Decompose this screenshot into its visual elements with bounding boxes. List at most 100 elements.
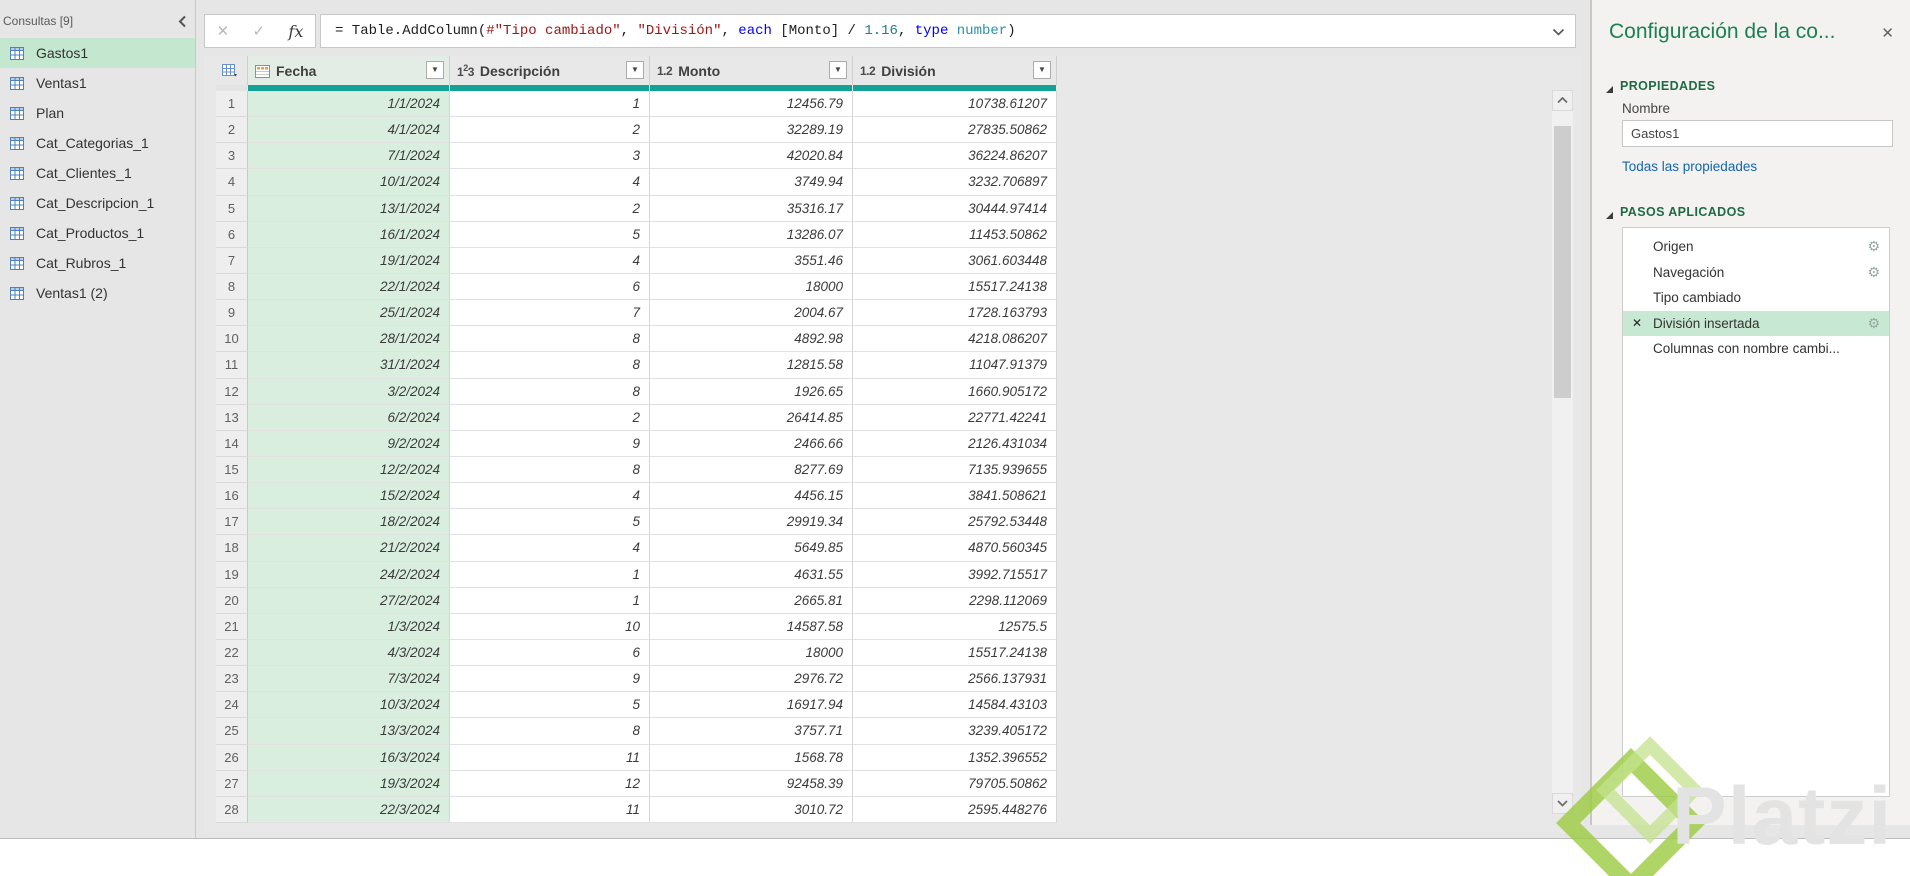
data-cell[interactable]: 10/3/2024 <box>248 692 450 719</box>
data-cell[interactable]: 42020.84 <box>650 143 853 170</box>
data-cell[interactable]: 2 <box>450 195 650 222</box>
data-cell[interactable]: 13/3/2024 <box>248 718 450 745</box>
data-cell[interactable]: 8 <box>450 326 650 353</box>
sidebar-item-cat-descripcion-1[interactable]: Cat_Descripcion_1 <box>0 188 195 218</box>
data-cell[interactable]: 3239.405172 <box>853 718 1057 745</box>
row-number-cell[interactable]: 21 <box>216 613 248 640</box>
data-cell[interactable]: 79705.50862 <box>853 770 1057 797</box>
data-cell[interactable]: 16/1/2024 <box>248 221 450 248</box>
data-cell[interactable]: 3010.72 <box>650 796 853 823</box>
sidebar-item-plan[interactable]: Plan <box>0 98 195 128</box>
row-number-cell[interactable]: 17 <box>216 509 248 536</box>
data-cell[interactable]: 2298.112069 <box>853 587 1057 614</box>
data-cell[interactable]: 18/2/2024 <box>248 509 450 536</box>
applied-steps-section-header[interactable]: PASOS APLICADOS <box>1606 205 1745 219</box>
data-cell[interactable]: 12815.58 <box>650 352 853 379</box>
data-cell[interactable]: 27835.50862 <box>853 117 1057 144</box>
data-cell[interactable]: 2004.67 <box>650 300 853 327</box>
applied-step-tipo-cambiado[interactable]: Tipo cambiado <box>1623 285 1889 311</box>
row-number-cell[interactable]: 20 <box>216 587 248 614</box>
data-cell[interactable]: 4870.560345 <box>853 535 1057 562</box>
data-cell[interactable]: 12575.5 <box>853 613 1057 640</box>
data-cell[interactable]: 12/2/2024 <box>248 456 450 484</box>
data-cell[interactable]: 7135.939655 <box>853 456 1057 484</box>
data-cell[interactable]: 2466.66 <box>650 430 853 457</box>
properties-section-header[interactable]: PROPIEDADES <box>1606 79 1715 93</box>
data-cell[interactable]: 3757.71 <box>650 718 853 745</box>
data-cell[interactable]: 6/2/2024 <box>248 404 450 431</box>
data-cell[interactable]: 15517.24138 <box>853 273 1057 301</box>
data-cell[interactable]: 3551.46 <box>650 247 853 274</box>
data-cell[interactable]: 7/1/2024 <box>248 143 450 170</box>
data-cell[interactable]: 10738.61207 <box>853 91 1057 118</box>
data-cell[interactable]: 4/1/2024 <box>248 117 450 144</box>
row-number-cell[interactable]: 2 <box>216 117 248 144</box>
data-cell[interactable]: 4 <box>450 169 650 196</box>
data-cell[interactable]: 4 <box>450 535 650 562</box>
data-cell[interactable]: 6 <box>450 639 650 667</box>
row-number-cell[interactable]: 14 <box>216 430 248 457</box>
data-cell[interactable]: 5 <box>450 692 650 719</box>
data-cell[interactable]: 2 <box>450 404 650 431</box>
applied-step-navegaci-n[interactable]: Navegación ⚙ <box>1623 260 1889 286</box>
data-cell[interactable]: 2595.448276 <box>853 796 1057 823</box>
row-number-cell[interactable]: 22 <box>216 639 248 667</box>
data-cell[interactable]: 1/3/2024 <box>248 613 450 640</box>
data-cell[interactable]: 4631.55 <box>650 561 853 588</box>
filter-dropdown-button[interactable]: ▼ <box>626 61 644 79</box>
data-cell[interactable]: 1352.396552 <box>853 744 1057 771</box>
delete-step-icon[interactable]: ✕ <box>1632 316 1642 330</box>
data-cell[interactable]: 11 <box>450 744 650 771</box>
row-number-cell[interactable]: 10 <box>216 326 248 353</box>
data-cell[interactable]: 21/2/2024 <box>248 535 450 562</box>
row-number-cell[interactable]: 28 <box>216 796 248 823</box>
data-cell[interactable]: 16917.94 <box>650 692 853 719</box>
data-cell[interactable]: 6 <box>450 273 650 301</box>
row-number-cell[interactable]: 25 <box>216 718 248 745</box>
data-cell[interactable]: 32289.19 <box>650 117 853 144</box>
applied-step-divisi-n-insertada[interactable]: ✕ División insertada ⚙ <box>1623 310 1889 336</box>
data-cell[interactable]: 4892.98 <box>650 326 853 353</box>
data-cell[interactable]: 25/1/2024 <box>248 300 450 327</box>
column-header-descripci-n[interactable]: 123 Descripción ▼ <box>450 56 650 85</box>
data-cell[interactable]: 11 <box>450 796 650 823</box>
row-number-cell[interactable]: 3 <box>216 143 248 170</box>
row-number-cell[interactable]: 26 <box>216 744 248 771</box>
data-cell[interactable]: 28/1/2024 <box>248 326 450 353</box>
data-cell[interactable]: 5649.85 <box>650 535 853 562</box>
data-cell[interactable]: 11453.50862 <box>853 221 1057 248</box>
data-cell[interactable]: 5 <box>450 221 650 248</box>
data-cell[interactable]: 15/2/2024 <box>248 483 450 510</box>
row-number-cell[interactable]: 23 <box>216 666 248 693</box>
row-number-cell[interactable]: 16 <box>216 483 248 510</box>
row-number-cell[interactable]: 19 <box>216 561 248 588</box>
data-cell[interactable]: 4218.086207 <box>853 326 1057 353</box>
data-cell[interactable]: 14584.43103 <box>853 692 1057 719</box>
data-cell[interactable]: 26414.85 <box>650 404 853 431</box>
data-cell[interactable]: 1728.163793 <box>853 300 1057 327</box>
data-cell[interactable]: 7 <box>450 300 650 327</box>
data-cell[interactable]: 4 <box>450 483 650 510</box>
data-cell[interactable]: 31/1/2024 <box>248 352 450 379</box>
applied-step-origen[interactable]: Origen ⚙ <box>1623 234 1889 260</box>
data-cell[interactable]: 1926.65 <box>650 378 853 405</box>
data-cell[interactable]: 7/3/2024 <box>248 666 450 693</box>
row-number-cell[interactable]: 9 <box>216 300 248 327</box>
row-number-cell[interactable]: 24 <box>216 692 248 719</box>
data-cell[interactable]: 1568.78 <box>650 744 853 771</box>
data-cell[interactable]: 3 <box>450 143 650 170</box>
data-cell[interactable]: 12 <box>450 770 650 797</box>
column-header-divisi-n[interactable]: 1.2 División ▼ <box>853 56 1057 85</box>
sidebar-item-cat-rubros-1[interactable]: Cat_Rubros_1 <box>0 248 195 278</box>
data-cell[interactable]: 5 <box>450 509 650 536</box>
data-cell[interactable]: 3/2/2024 <box>248 378 450 405</box>
scroll-down-button[interactable] <box>1552 793 1573 814</box>
data-cell[interactable]: 18000 <box>650 273 853 301</box>
row-number-cell[interactable]: 11 <box>216 352 248 379</box>
select-all-corner-button[interactable] <box>216 56 248 85</box>
close-panel-icon[interactable]: ✕ <box>1881 24 1894 42</box>
data-cell[interactable]: 2 <box>450 117 650 144</box>
data-cell[interactable]: 3749.94 <box>650 169 853 196</box>
data-cell[interactable]: 2126.431034 <box>853 430 1057 457</box>
row-number-cell[interactable]: 5 <box>216 195 248 222</box>
